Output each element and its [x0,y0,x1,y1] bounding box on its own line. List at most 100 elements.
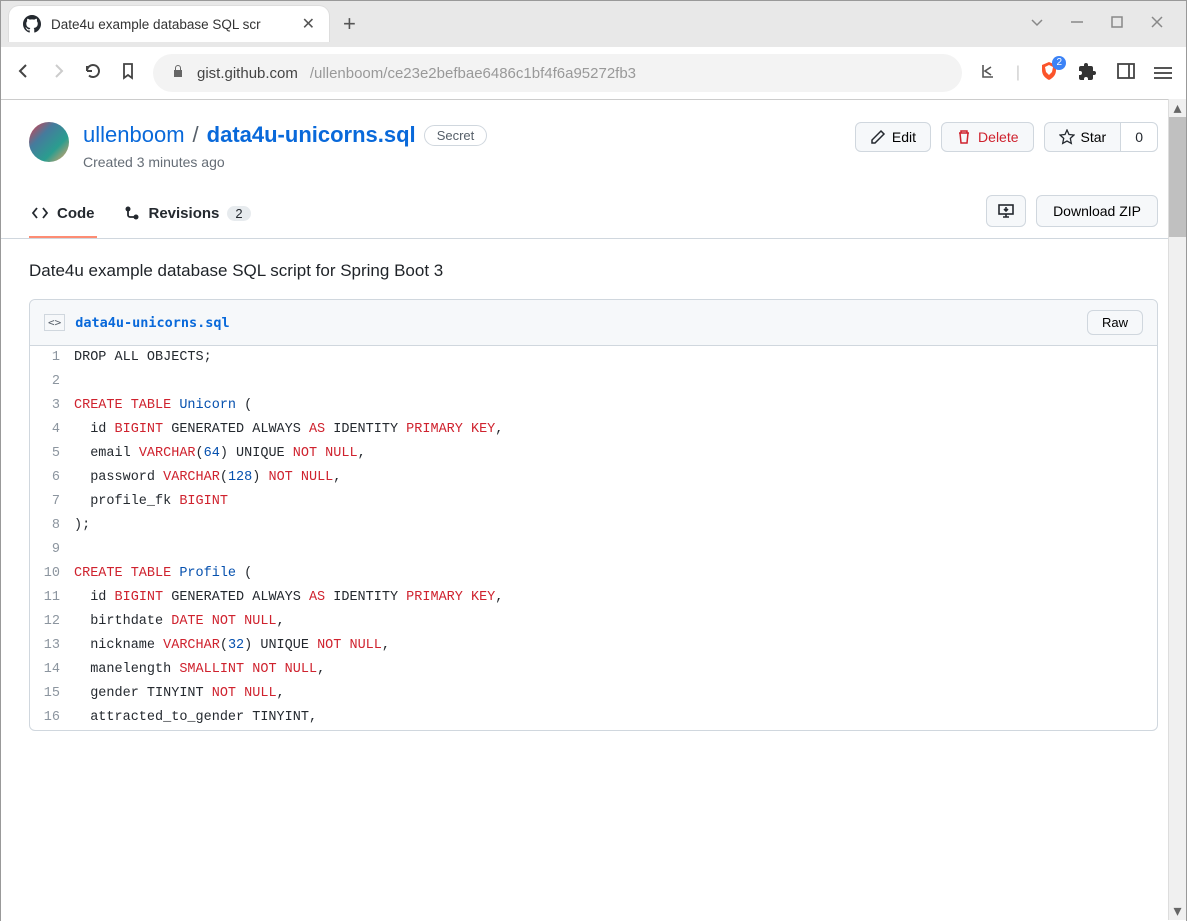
star-label: Star [1081,129,1107,145]
code-line: 8); [30,514,1157,538]
navigation-bar: gist.github.com/ullenboom/ce23e2befbae64… [1,47,1186,99]
code-content[interactable]: CREATE TABLE Unicorn ( [74,394,1157,418]
gist-actions: Edit Delete Star 0 [855,122,1158,152]
lock-icon [171,64,185,82]
code-content[interactable]: profile_fk BIGINT [74,490,1157,514]
code-line: 6 password VARCHAR(128) NOT NULL, [30,466,1157,490]
revisions-icon [123,204,141,222]
line-number[interactable]: 15 [30,682,74,706]
maximize-icon[interactable] [1110,15,1124,34]
owner-link[interactable]: ullenboom [83,122,185,148]
file-header: <> data4u-unicorns.sql Raw [30,300,1157,346]
line-number[interactable]: 3 [30,394,74,418]
code-line: 9 [30,538,1157,562]
code-line: 15 gender TINYINT NOT NULL, [30,682,1157,706]
code-content[interactable]: DROP ALL OBJECTS; [74,346,1157,370]
reload-button[interactable] [83,61,103,86]
tab-title: Date4u example database SQL scr [51,17,292,32]
browser-tab[interactable]: Date4u example database SQL scr ✕ [9,6,329,42]
close-window-icon[interactable] [1150,15,1164,34]
line-number[interactable]: 5 [30,442,74,466]
download-zip-button[interactable]: Download ZIP [1036,195,1158,227]
line-number[interactable]: 2 [30,370,74,394]
line-number[interactable]: 8 [30,514,74,538]
line-number[interactable]: 1 [30,346,74,370]
code-content[interactable]: nickname VARCHAR(32) UNIQUE NOT NULL, [74,634,1157,658]
line-number[interactable]: 16 [30,706,74,730]
gist-header: ullenboom / data4u-unicorns.sql Secret C… [1,100,1186,170]
raw-label: Raw [1102,315,1128,330]
code-content[interactable]: CREATE TABLE Profile ( [74,562,1157,586]
line-number[interactable]: 10 [30,562,74,586]
line-number[interactable]: 6 [30,466,74,490]
star-button[interactable]: Star [1044,122,1122,152]
code-line: 7 profile_fk BIGINT [30,490,1157,514]
code-line: 11 id BIGINT GENERATED ALWAYS AS IDENTIT… [30,586,1157,610]
brave-shield-icon[interactable]: 2 [1038,60,1060,87]
code-line: 2 [30,370,1157,394]
tab-bar: Date4u example database SQL scr ✕ + [1,1,1186,47]
dropdown-icon[interactable] [1030,15,1044,34]
gist-created: Created 3 minutes ago [83,154,855,170]
code-line: 10CREATE TABLE Profile ( [30,562,1157,586]
line-number[interactable]: 9 [30,538,74,562]
edit-button[interactable]: Edit [855,122,931,152]
tab-code[interactable]: Code [29,194,97,238]
back-button[interactable] [15,62,33,85]
code-content[interactable]: email VARCHAR(64) UNIQUE NOT NULL, [74,442,1157,466]
raw-button[interactable]: Raw [1087,310,1143,335]
scrollbar[interactable]: ▴ ▾ [1168,99,1186,920]
code-content[interactable] [74,370,1157,394]
line-number[interactable]: 13 [30,634,74,658]
toolbar-right: | 2 [978,60,1172,87]
forward-button[interactable] [49,62,67,85]
gist-name-link[interactable]: data4u-unicorns.sql [207,122,416,148]
line-number[interactable]: 14 [30,658,74,682]
code-line: 12 birthdate DATE NOT NULL, [30,610,1157,634]
sidebar-icon[interactable] [1116,61,1136,86]
code-line: 13 nickname VARCHAR(32) UNIQUE NOT NULL, [30,634,1157,658]
code-content[interactable] [74,538,1157,562]
download-desktop-button[interactable] [986,195,1026,227]
line-number[interactable]: 7 [30,490,74,514]
code-icon [31,204,49,222]
code-content[interactable]: gender TINYINT NOT NULL, [74,682,1157,706]
file-box: <> data4u-unicorns.sql Raw 1DROP ALL OBJ… [29,299,1158,731]
code-line: 3CREATE TABLE Unicorn ( [30,394,1157,418]
scroll-down-icon[interactable]: ▾ [1169,902,1186,920]
line-number[interactable]: 11 [30,586,74,610]
code-line: 16 attracted_to_gender TINYINT, [30,706,1157,730]
desktop-download-icon [997,202,1015,220]
tab-revisions[interactable]: Revisions 2 [121,194,253,238]
new-tab-button[interactable]: + [343,11,356,37]
file-code-icon: <> [44,314,65,331]
star-count[interactable]: 0 [1121,122,1158,152]
bookmark-button[interactable] [119,62,137,85]
code-content[interactable]: password VARCHAR(128) NOT NULL, [74,466,1157,490]
file-name-link[interactable]: data4u-unicorns.sql [75,315,229,331]
code-content[interactable]: attracted_to_gender TINYINT, [74,706,1157,730]
url-bar[interactable]: gist.github.com/ullenboom/ce23e2befbae64… [153,54,962,92]
avatar[interactable] [29,122,69,162]
code-content[interactable]: manelength SMALLINT NOT NULL, [74,658,1157,682]
browser-chrome: Date4u example database SQL scr ✕ + gist… [1,1,1186,100]
code-content[interactable]: id BIGINT GENERATED ALWAYS AS IDENTITY P… [74,586,1157,610]
scrollbar-thumb[interactable] [1169,117,1186,237]
code-content[interactable]: id BIGINT GENERATED ALWAYS AS IDENTITY P… [74,418,1157,442]
scroll-up-icon[interactable]: ▴ [1169,99,1186,117]
minimize-icon[interactable] [1070,15,1084,34]
delete-button[interactable]: Delete [941,122,1033,152]
code-content[interactable]: ); [74,514,1157,538]
revisions-count: 2 [227,206,250,221]
menu-icon[interactable] [1154,67,1172,79]
code-content[interactable]: birthdate DATE NOT NULL, [74,610,1157,634]
line-number[interactable]: 12 [30,610,74,634]
code-line: 1DROP ALL OBJECTS; [30,346,1157,370]
delete-label: Delete [978,129,1018,145]
gist-description: Date4u example database SQL script for S… [1,239,1186,299]
share-icon[interactable] [978,61,998,86]
tab-close-icon[interactable]: ✕ [302,14,315,34]
extensions-icon[interactable] [1078,61,1098,86]
url-host: gist.github.com [197,65,298,82]
line-number[interactable]: 4 [30,418,74,442]
